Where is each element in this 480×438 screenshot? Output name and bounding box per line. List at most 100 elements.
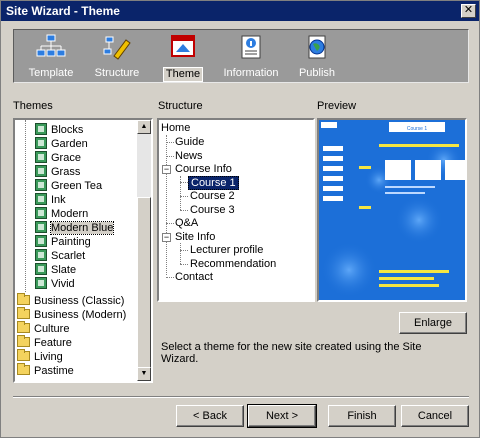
tree-connector (166, 142, 174, 143)
theme-item-label: Garden (51, 138, 88, 150)
theme-item-vivid[interactable]: Vivid (35, 277, 75, 291)
folder-label: Feature (34, 337, 72, 349)
tree-connector (180, 196, 188, 197)
folder-label: Business (Classic) (34, 295, 125, 307)
theme-icon (35, 123, 47, 135)
step-template[interactable]: Template (16, 34, 86, 80)
cancel-button[interactable]: Cancel (401, 405, 469, 427)
tree-connector (166, 277, 174, 278)
tree-node-contact[interactable]: Contact (175, 270, 213, 284)
close-icon: ✕ (463, 4, 474, 16)
folder-business-modern[interactable]: Business (Modern) (17, 307, 127, 322)
structure-pencil-icon (103, 36, 131, 60)
theme-item-ink[interactable]: Ink (35, 193, 66, 207)
folder-icon (17, 307, 30, 319)
theme-item-label: Grass (51, 166, 81, 178)
preview-label: Preview (317, 100, 357, 112)
theme-item-label: Green Tea (51, 180, 103, 192)
theme-item-scarlet[interactable]: Scarlet (35, 249, 85, 263)
theme-item-label: Blocks (51, 124, 84, 136)
folder-label: Business (Modern) (34, 309, 127, 321)
theme-item-garden[interactable]: Garden (35, 137, 88, 151)
finish-button[interactable]: Finish (328, 405, 396, 427)
tree-node-qa[interactable]: Q&A (175, 216, 198, 230)
tree-connector (166, 223, 174, 224)
step-information[interactable]: Information (216, 34, 286, 80)
scroll-down-button[interactable]: ▼ (137, 367, 151, 381)
step-theme-label: Theme (162, 67, 204, 82)
preview-thumbnail-image: Course 1 (319, 120, 465, 300)
tree-node-lecturer-profile[interactable]: Lecturer profile (190, 243, 263, 257)
theme-item-grace[interactable]: Grace (35, 151, 81, 165)
tree-node-course-3[interactable]: Course 3 (190, 203, 235, 217)
tree-node-news[interactable]: News (175, 149, 203, 163)
theme-item-label: Vivid (51, 278, 75, 290)
step-structure-label: Structure (94, 67, 140, 79)
collapse-site-info-toggle[interactable]: − (162, 233, 171, 242)
tree-connector (180, 250, 188, 251)
next-button[interactable]: Next > (247, 404, 317, 428)
back-button[interactable]: < Back (176, 405, 244, 427)
folder-feature[interactable]: Feature (17, 335, 72, 350)
tree-connector (180, 182, 188, 183)
theme-item-green-tea[interactable]: Green Tea (35, 179, 102, 193)
themes-scrollbar[interactable]: ▲ ▼ (137, 120, 151, 381)
theme-item-painting[interactable]: Painting (35, 235, 91, 249)
sitemap-icon (36, 34, 66, 57)
close-button[interactable]: ✕ (461, 4, 476, 18)
theme-item-label-selected: Modern Blue (49, 221, 115, 235)
scroll-thumb[interactable] (137, 197, 151, 377)
separator (13, 396, 469, 398)
step-theme[interactable]: Theme (148, 34, 218, 82)
folder-icon (17, 335, 30, 347)
folder-icon (17, 363, 30, 375)
theme-item-label: Scarlet (51, 250, 86, 262)
theme-icon (35, 263, 47, 275)
window-title: Site Wizard - Theme (6, 4, 120, 18)
step-publish-label: Publish (298, 67, 336, 79)
tree-connector (180, 243, 181, 264)
theme-item-grass[interactable]: Grass (35, 165, 80, 179)
step-information-label: Information (223, 67, 279, 79)
tree-node-site-info[interactable]: Site Info (175, 230, 215, 244)
folder-label: Living (34, 351, 63, 363)
preview-banner-text: Course 1 (407, 126, 428, 132)
tree-connector (180, 210, 188, 211)
structure-tree[interactable]: Home Guide News − Course Info Course 1 C… (157, 118, 315, 302)
scroll-up-button[interactable]: ▲ (137, 120, 151, 134)
tree-node-recommendation[interactable]: Recommendation (190, 257, 276, 271)
tree-node-course-2[interactable]: Course 2 (190, 189, 235, 203)
tree-node-course-1[interactable]: Course 1 (188, 176, 239, 190)
step-publish[interactable]: Publish (282, 34, 352, 80)
folder-pastime[interactable]: Pastime (17, 363, 74, 378)
globe-document-icon (308, 35, 326, 59)
theme-item-modern[interactable]: Modern (35, 207, 88, 221)
wizard-steps-toolbar: Template Structure Theme Information Pub… (13, 29, 469, 83)
step-structure[interactable]: Structure (82, 34, 152, 80)
tree-node-course-info[interactable]: Course Info (175, 162, 232, 176)
theme-icon (35, 179, 47, 191)
enlarge-button[interactable]: Enlarge (399, 312, 467, 334)
theme-item-modern-blue[interactable]: Modern Blue (35, 221, 115, 235)
tree-connector (25, 120, 26, 292)
theme-item-label: Ink (51, 194, 66, 206)
theme-item-blocks[interactable]: Blocks (35, 123, 83, 137)
folder-business-classic[interactable]: Business (Classic) (17, 293, 125, 308)
folder-icon (17, 293, 30, 305)
tree-connector (180, 264, 188, 265)
folder-culture[interactable]: Culture (17, 321, 69, 336)
theme-icon (35, 235, 47, 247)
collapse-course-info-toggle[interactable]: − (162, 165, 171, 174)
hint-text: Select a theme for the new site created … (161, 341, 422, 365)
themes-listbox[interactable]: Blocks Garden Grace Grass Green Tea Ink … (13, 118, 153, 383)
theme-item-label: Painting (51, 236, 91, 248)
information-document-icon (241, 35, 261, 59)
folder-icon (17, 321, 30, 333)
folder-living[interactable]: Living (17, 349, 63, 364)
theme-icon (35, 193, 47, 205)
theme-preview: Course 1 (317, 118, 467, 302)
tree-node-home[interactable]: Home (161, 121, 190, 135)
tree-node-guide[interactable]: Guide (175, 135, 204, 149)
theme-item-slate[interactable]: Slate (35, 263, 76, 277)
arrow-up-icon: ▲ (140, 123, 148, 130)
